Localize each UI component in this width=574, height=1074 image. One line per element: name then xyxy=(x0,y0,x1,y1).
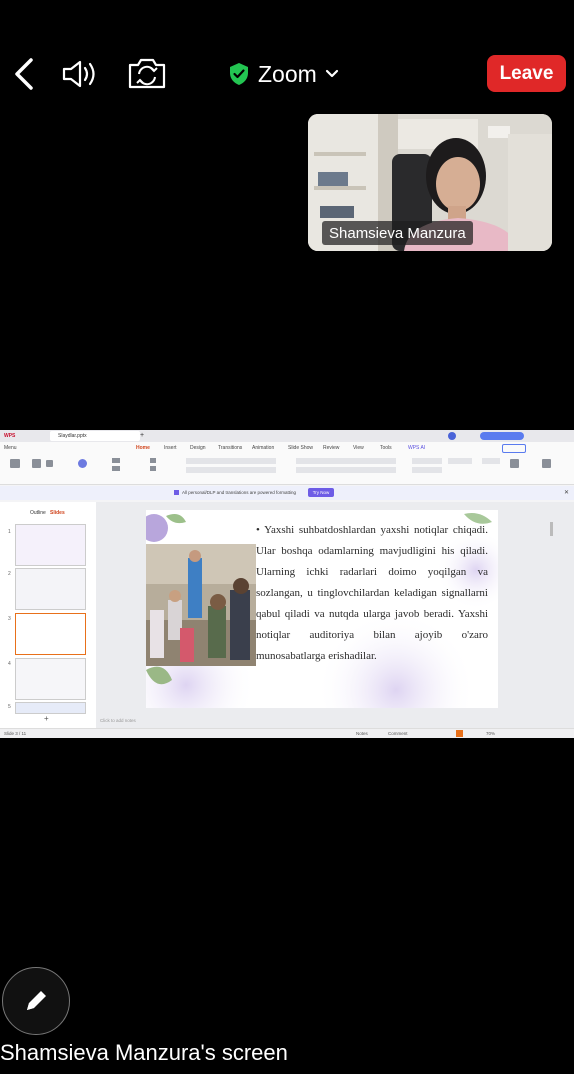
menu-item-transitions[interactable]: Transitions xyxy=(218,445,242,451)
slide-thumbnail[interactable] xyxy=(15,702,86,714)
app-tab-document[interactable]: Slaydlar.pptx xyxy=(50,431,140,441)
add-slide-button[interactable]: + xyxy=(44,714,49,723)
tab-outline[interactable]: Outline xyxy=(30,510,46,516)
try-now-button[interactable]: Try Now xyxy=(308,488,334,497)
notice-bar: All personal/DLP and translations are po… xyxy=(0,486,574,500)
menu-item-view[interactable]: View xyxy=(353,445,364,451)
new-tab-button[interactable]: + xyxy=(140,432,144,439)
slide-number: 1 xyxy=(8,529,11,535)
shield-check-icon xyxy=(230,63,248,85)
slide-number: 4 xyxy=(8,661,11,667)
meeting-top-bar: Zoom Leave xyxy=(0,0,574,110)
slide-thumbnail[interactable] xyxy=(15,524,86,566)
slide-number: 2 xyxy=(8,571,11,577)
slide-number: 3 xyxy=(8,616,11,622)
ribbon-menu: Menu Home Insert Design Transitions Anim… xyxy=(0,442,574,454)
upgrade-button[interactable] xyxy=(480,432,524,440)
slide-body-text[interactable]: • Yaxshi suhbatdoshlardan yaxshi notiqla… xyxy=(256,520,488,667)
tab-slides[interactable]: Slides xyxy=(50,510,65,516)
menu-item-review[interactable]: Review xyxy=(323,445,339,451)
close-icon[interactable]: ✕ xyxy=(564,489,569,496)
camera-flip-icon xyxy=(128,58,166,89)
zoom-level[interactable]: 70% xyxy=(486,731,495,736)
back-button[interactable] xyxy=(10,56,40,92)
slide-number: 5 xyxy=(8,704,11,710)
current-slide[interactable]: • Yaxshi suhbatdoshlardan yaxshi notiqla… xyxy=(146,510,498,708)
speaker-icon xyxy=(62,60,95,88)
menu-item-insert[interactable]: Insert xyxy=(164,445,177,451)
pencil-icon xyxy=(27,991,46,1010)
notes-toggle[interactable]: Notes xyxy=(356,731,368,736)
avatar[interactable] xyxy=(448,432,456,440)
notes-placeholder[interactable]: Click to add notes xyxy=(100,718,136,723)
app-tab-wps[interactable]: WPS xyxy=(4,433,15,439)
ribbon-toolbar-icons xyxy=(10,458,551,473)
status-bar: Slide 3 / 11 Notes Comment 70% xyxy=(0,728,574,738)
speaker-button[interactable] xyxy=(60,56,100,92)
notice-text: All personal/DLP and translations are po… xyxy=(182,490,296,495)
slideshow-button[interactable] xyxy=(456,730,463,737)
menu-item-slide-show[interactable]: Slide Show xyxy=(288,445,313,451)
chevron-left-icon xyxy=(15,58,33,90)
menu-item-home[interactable]: Home xyxy=(136,445,150,451)
slide-photo xyxy=(146,544,256,666)
share-button[interactable] xyxy=(502,444,526,453)
slide-thumbnail[interactable] xyxy=(15,568,86,610)
menu-item-wps-ai[interactable]: WPS AI xyxy=(408,445,425,451)
screen-owner-label: Shamsieva Manzura's screen xyxy=(0,1040,288,1065)
chevron-down-icon xyxy=(325,69,338,78)
leave-button[interactable]: Leave xyxy=(487,55,566,92)
menu-item-animation[interactable]: Animation xyxy=(252,445,274,451)
app-tab-bar: WPS Slaydlar.pptx + xyxy=(0,430,574,442)
menu-item-design[interactable]: Design xyxy=(190,445,206,451)
meeting-title-text: Zoom xyxy=(258,60,317,87)
switch-camera-button[interactable] xyxy=(126,54,168,92)
menu-item-menu[interactable]: Menu xyxy=(4,445,17,451)
slide-counter: Slide 3 / 11 xyxy=(4,731,27,736)
scrollbar[interactable] xyxy=(550,522,553,536)
annotate-button[interactable] xyxy=(2,967,70,1035)
slide-thumbnail-panel: Outline Slides 1 2 3 4 5 + xyxy=(0,502,97,728)
ai-icon xyxy=(174,490,179,495)
menu-item-tools[interactable]: Tools xyxy=(380,445,392,451)
participant-name-tag: Shamsieva Manzura xyxy=(322,221,473,245)
meeting-title[interactable]: Zoom xyxy=(228,58,339,90)
slide-thumbnail[interactable] xyxy=(15,658,86,700)
slide-thumbnail-selected[interactable] xyxy=(15,613,86,655)
ribbon-toolbar xyxy=(0,454,574,485)
comment-toggle[interactable]: Comment xyxy=(388,731,408,736)
